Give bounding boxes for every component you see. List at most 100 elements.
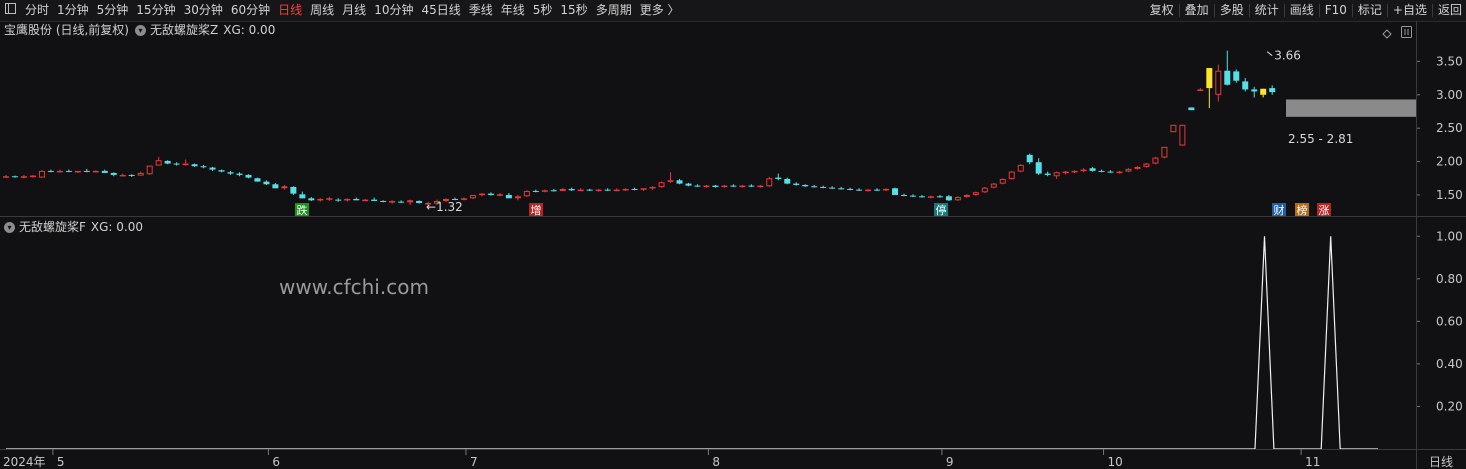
candle-body <box>694 185 701 187</box>
candle-body <box>407 200 414 203</box>
y-tick-label: 2.50 <box>1436 121 1463 135</box>
main-indicator-label[interactable]: 无敌螺旋桨Z <box>150 21 218 39</box>
candle-body <box>92 170 99 173</box>
candle-body <box>119 174 126 177</box>
period-tab[interactable]: 周线 <box>306 0 338 21</box>
candle-body <box>1161 146 1168 158</box>
period-tab[interactable]: 5分钟 <box>93 0 133 21</box>
sub-y-tick-label: 0.80 <box>1436 272 1463 286</box>
candle-body <box>820 186 827 188</box>
axes: 2024年 5 6 7 8 9 10 11 <box>0 21 1466 469</box>
price-annotations: ←1.32 3.66 2.55 - 2.81 <box>426 49 1416 214</box>
toolbar-separator <box>1283 4 1285 17</box>
period-tab[interactable]: 月线 <box>338 0 370 21</box>
menu-icon[interactable] <box>0 0 21 21</box>
candle-body <box>595 189 602 192</box>
period-tab[interactable]: 多周期 <box>592 0 636 21</box>
candle-body <box>398 201 405 203</box>
candle-body <box>936 196 943 198</box>
candle-body <box>1089 168 1096 171</box>
diamond-icon[interactable] <box>1382 24 1392 39</box>
period-tab[interactable]: 分时 <box>21 0 53 21</box>
candle-body <box>29 175 36 178</box>
toolbar-action-button[interactable]: 画线 <box>1286 0 1318 21</box>
candle-body <box>1008 171 1015 179</box>
candle-body <box>137 172 144 176</box>
diamond-icon-shape <box>1382 29 1392 39</box>
period-tab[interactable]: 季线 <box>465 0 497 21</box>
candle-body <box>577 189 584 192</box>
candle-body <box>74 170 81 173</box>
period-tab[interactable]: 10分钟 <box>370 0 417 21</box>
event-marker-label: 涨 <box>1319 204 1330 217</box>
period-tab[interactable]: 日线 <box>274 0 306 21</box>
candle-body <box>416 200 423 203</box>
toolbar-action-button[interactable]: 返回 <box>1434 0 1466 21</box>
candle-body <box>362 199 369 202</box>
scroll-icon[interactable] <box>1401 23 1412 38</box>
candle-body <box>47 170 54 172</box>
main-panel-header: 宝鹰股份 (日线,前复权) ▾ 无敌螺旋桨Z XG: 0.00 <box>4 21 275 39</box>
candle-body <box>730 185 737 187</box>
toolbar-action-button[interactable]: 统计 <box>1251 0 1283 21</box>
period-tab[interactable]: 5秒 <box>529 0 557 21</box>
period-tab[interactable]: 60分钟 <box>227 0 274 21</box>
period-tab[interactable]: 1分钟 <box>53 0 93 21</box>
main-grid: 3.50 3.00 2.50 2.00 1.50 <box>1416 54 1463 202</box>
toolbar-action-button[interactable]: F10 <box>1321 0 1351 21</box>
candle-body <box>1098 170 1105 172</box>
candle-body <box>972 192 979 195</box>
indicator-dropdown-icon[interactable]: ▾ <box>135 24 146 36</box>
sub-indicator-label[interactable]: 无敌螺旋桨F <box>19 218 86 236</box>
candle-body <box>667 180 674 182</box>
sub-y-tick-label: 0.60 <box>1436 314 1463 328</box>
candle-body <box>784 178 791 184</box>
sub-indicator-polyline <box>6 236 1378 450</box>
candle-body <box>353 198 360 201</box>
toolbar-action-button[interactable]: 标记 <box>1354 0 1386 21</box>
candle-body <box>434 200 441 204</box>
candle-body <box>901 194 907 196</box>
toolbar-separator <box>1386 4 1388 17</box>
candle-body <box>847 188 854 190</box>
period-tab[interactable]: 更多 〉 <box>636 0 684 21</box>
candle-body <box>883 188 890 191</box>
candle-body <box>586 189 593 191</box>
sub-indicator-dropdown-icon[interactable]: ▾ <box>4 221 15 233</box>
candle-body <box>514 196 521 199</box>
candle-body <box>1242 81 1249 90</box>
candle-body <box>838 188 845 190</box>
y-tick-label: 3.00 <box>1436 88 1463 102</box>
period-tab[interactable]: 45日线 <box>417 0 464 21</box>
candle-body <box>1170 124 1177 133</box>
toolbar-action-button[interactable]: +自选 <box>1389 0 1431 21</box>
candle-body <box>865 189 872 192</box>
candle-body <box>1179 124 1186 146</box>
candle-body <box>496 194 503 196</box>
x-tick-label: 8 <box>712 455 720 469</box>
candle-body <box>559 188 566 191</box>
period-tab[interactable]: 15分钟 <box>132 0 179 21</box>
candle-body <box>326 198 333 200</box>
period-tabs: 分时 1分钟 5分钟 15分钟 30分钟 60分钟 日线 周线 月线 10分钟 45日线 季线 年线 5秒… <box>0 0 684 21</box>
x-tick-label: 2024年 <box>3 455 46 469</box>
period-tab[interactable]: 年线 <box>497 0 529 21</box>
toolbar-action-button[interactable]: 多股 <box>1216 0 1248 21</box>
candle-body <box>425 202 432 205</box>
toolbar-action-button[interactable]: 叠加 <box>1181 0 1213 21</box>
candle-body <box>155 160 162 166</box>
candle-body <box>110 172 117 175</box>
price-zone-label: 2.55 - 2.81 <box>1288 132 1353 146</box>
candle-body <box>200 166 207 168</box>
period-tab[interactable]: 30分钟 <box>180 0 227 21</box>
candle-body <box>739 185 746 188</box>
candle-body <box>101 170 108 173</box>
candle-body <box>281 186 288 189</box>
toolbar-separator <box>1351 4 1353 17</box>
x-tick-label: 6 <box>272 455 280 469</box>
candle-body <box>1215 70 1222 95</box>
y-tick-label: 2.00 <box>1436 155 1463 169</box>
toolbar-action-button[interactable]: 复权 <box>1146 0 1178 21</box>
period-tab[interactable]: 15秒 <box>556 0 591 21</box>
candle-body <box>604 189 611 191</box>
